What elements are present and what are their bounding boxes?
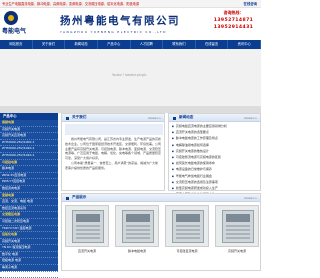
sidebar-category-item[interactable]: 可控硅二次稳压电源 [0,219,58,226]
product-name[interactable]: 可控硅直流电源 [165,249,209,253]
product-name[interactable]: 脉冲电镀电源 [115,249,159,253]
product-image[interactable] [165,205,209,247]
about-text-1: 扬州粤能电气有限公司，是江苏省内专业研发、生产电源产品的高新技术企业。公司位于国… [65,137,162,161]
about-text-2: 公司本着“质量第一、信誉至上、用户满意”的宗旨，竭诚为广大新老客户提供优质的产品… [65,160,159,170]
sidebar-category-item[interactable]: 高频开关直流电源 [0,133,58,140]
product-card[interactable]: 可控硅直流电源 [165,205,209,253]
logo-icon [4,11,18,25]
nav-item-products[interactable]: 产品中心 [98,40,131,49]
sidebar-category-item[interactable]: ZDW-3V直流电源 [0,173,58,180]
product-sidebar: 产品中心 高频电源 高频开关电源 高频开关直流电源 ZYH2000-25V/1000-… [0,113,58,278]
about-more-link[interactable]: more>> [148,116,161,120]
sidebar-category-item[interactable]: YN DC 恒流恒压电源 [0,245,58,252]
product-card[interactable]: 脉冲电镀电源 [115,205,159,253]
sidebar-category-item[interactable]: ZYH2000-25V/1020-1 [0,153,58,160]
header: 粤能电气 扬州粤能电气有限公司 YANGZHOU YUENENG ELECTRI… [0,8,261,40]
online-consult-link[interactable]: 在线咨询 [243,1,257,6]
product-image[interactable] [115,205,159,247]
hotline-phone-1: 13952714871 [213,18,254,23]
product-card[interactable]: 直流开关电源 [65,205,109,253]
sidebar-category-item[interactable]: 阳极电源 电源 [0,258,58,266]
product-image[interactable] [215,205,259,247]
nav-item-news[interactable]: 新闻动态 [65,40,98,49]
about-panel: 关于我们 more>> 扬州粤能电气有限公司，是江苏省内专业研发、生产电源产品的… [61,113,165,191]
banner-area: Youku!! loaded plugin [0,49,261,107]
products-header: 产品展示 more>> [62,194,260,202]
company-name-en: YANGZHOU YUENENG ELECTRIC CO.,LTD [60,30,167,34]
sidebar-category-item[interactable]: 高频电源 [0,120,58,127]
nav-item-info[interactable]: 资讯中心 [228,40,261,49]
bullet-icon [66,116,69,120]
products-title: 产品展示 [72,195,87,199]
about-title: 关于我们 [72,115,87,119]
news-more-link[interactable]: more>> [244,116,257,120]
nav-item-message[interactable]: 在线留言 [196,40,229,49]
sidebar-category-item[interactable]: 高频开关电源 [0,127,58,134]
top-bar: 专业生产电镀直流电源、脉冲电源、高频电源、变频电源、交流稳压电源、铝氧化电源、阳… [0,0,261,8]
news-title: 新闻动态 [179,115,194,119]
top-slogan: 专业生产电镀直流电源、脉冲电源、高频电源、变频电源、交流稳压电源、铝氧化电源、阳… [2,2,140,6]
about-header: 关于我们 more>> [62,114,164,122]
news-header: 新闻动态 more>> [169,114,260,122]
sidebar-title: 产品中心 [0,113,58,120]
sidebar-category-item[interactable]: 脉冲电源 [0,166,58,173]
sidebar-category-item[interactable]: TKDYV-YXD 温控电源 [0,226,58,233]
about-photo [65,124,163,135]
sidebar-category-item[interactable]: 交流稳压电源 [0,212,58,219]
company-title: 扬州粤能电气有限公司 YANGZHOU YUENENG ELECTRIC CO.… [60,13,190,34]
bullet-icon [66,196,69,200]
products-more-link[interactable]: more>> [244,196,257,200]
sidebar-category-item[interactable]: 变频电源 [0,193,58,200]
sidebar-category-item[interactable]: ZYH2000-25V/1000-1 [0,140,58,147]
news-panel: 新闻动态 more>> 高频电镀直流电源的主要应用领域分析直流开关电源的选型要点… [168,113,261,202]
nav-item-contact[interactable]: 联系我们 [163,40,196,49]
nav-item-home[interactable]: 网站首页 [0,40,33,49]
sidebar-category-item[interactable]: 高频开关电源 [0,239,58,246]
product-card[interactable]: 高频开关电源 [215,205,259,253]
product-grid: 直流开关电源 脉冲电镀电源 可控硅直流电源 高频开关电源 [65,205,259,253]
sidebar-category-item[interactable]: 数控双向电源 [0,186,58,193]
sidebar-category-item[interactable]: 数字化 电源 [0,252,58,259]
company-name-cn: 扬州粤能电气有限公司 [60,15,180,27]
main-nav: 网站首页 关于我们 新闻动态 产品中心 人才招聘 联系我们 在线留言 资讯中心 [0,40,261,49]
product-name[interactable]: 直流开关电源 [65,249,109,253]
bullet-icon [173,116,176,120]
sidebar-category-item[interactable]: ZYH2000-25V/1020-1 [0,146,58,153]
nav-item-about[interactable]: 关于我们 [33,40,66,49]
product-name[interactable]: 高频开关电源 [215,249,259,253]
products-panel: 产品展示 more>> 直流开关电源 脉冲电镀电源 可控硅直流电源 高频开关电源 [61,193,261,271]
hotline-label: 咨询热线： [223,10,244,15]
sidebar-category-item[interactable]: 直流、交流、电镀 电源 [0,199,58,206]
company-logo[interactable]: 粤能电气 [2,11,52,37]
sidebar-category-item[interactable]: 数控直流电源系列 [0,206,58,213]
nav-item-jobs[interactable]: 人才招聘 [131,40,164,49]
sidebar-category-item[interactable]: 可控硅电源 [0,160,58,167]
sidebar-category-list: 高频电源 高频开关电源 高频开关直流电源 ZYH2000-25V/1000-1 ZYH2… [0,120,58,278]
plugin-message: Youku!! loaded plugin [112,73,147,77]
hotline-box: 咨询热线： 13952714871 13952914431 [206,10,261,40]
sidebar-category-item[interactable]: 超级电源 [0,272,58,278]
logo-text: 粤能电气 [2,28,27,35]
product-image[interactable] [65,205,109,247]
hotline-phone-2: 13952914431 [213,25,254,30]
sidebar-category-item[interactable]: 铝氧化电源 [0,232,58,239]
sidebar-category-item[interactable]: PWS-YT直控电源 [0,179,58,186]
